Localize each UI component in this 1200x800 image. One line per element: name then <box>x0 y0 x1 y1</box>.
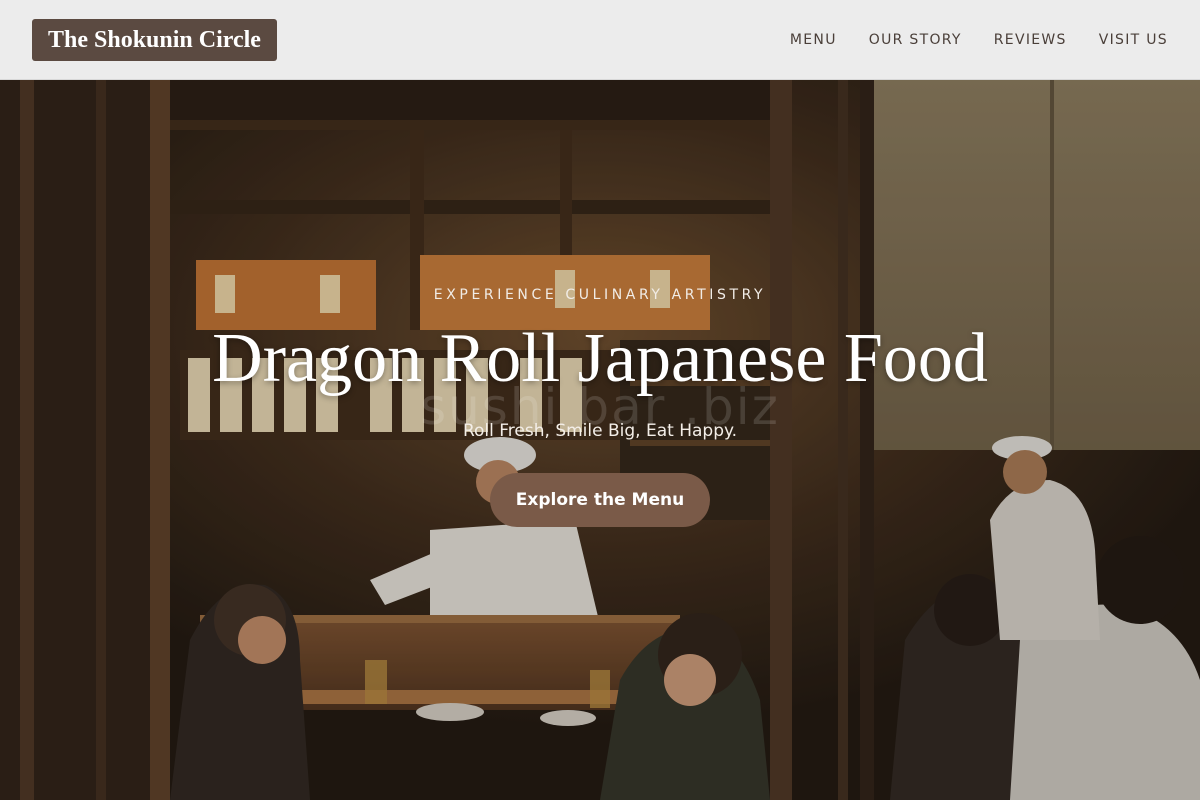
hero-eyebrow: EXPERIENCE CULINARY ARTISTRY <box>433 287 767 303</box>
landing-page: The Shokunin Circle MENU OUR STORY REVIE… <box>0 0 1200 800</box>
site-logo[interactable]: The Shokunin Circle <box>32 19 277 61</box>
main-nav: MENU OUR STORY REVIEWS VISIT US <box>790 0 1168 80</box>
hero-tagline: Roll Fresh, Smile Big, Eat Happy. <box>462 421 738 441</box>
nav-link-our-story[interactable]: OUR STORY <box>869 32 962 48</box>
hero-title: Dragon Roll Japanese Food <box>212 320 988 397</box>
nav-link-menu[interactable]: MENU <box>790 32 837 48</box>
explore-menu-button[interactable]: Explore the Menu <box>490 473 710 527</box>
hero-section: EXPERIENCE CULINARY ARTISTRY sushi bar .… <box>0 80 1200 800</box>
site-header: The Shokunin Circle MENU OUR STORY REVIE… <box>0 0 1200 80</box>
hero-content: EXPERIENCE CULINARY ARTISTRY sushi bar .… <box>0 80 1200 800</box>
nav-link-visit-us[interactable]: VISIT US <box>1099 32 1168 48</box>
nav-link-reviews[interactable]: REVIEWS <box>994 32 1067 48</box>
